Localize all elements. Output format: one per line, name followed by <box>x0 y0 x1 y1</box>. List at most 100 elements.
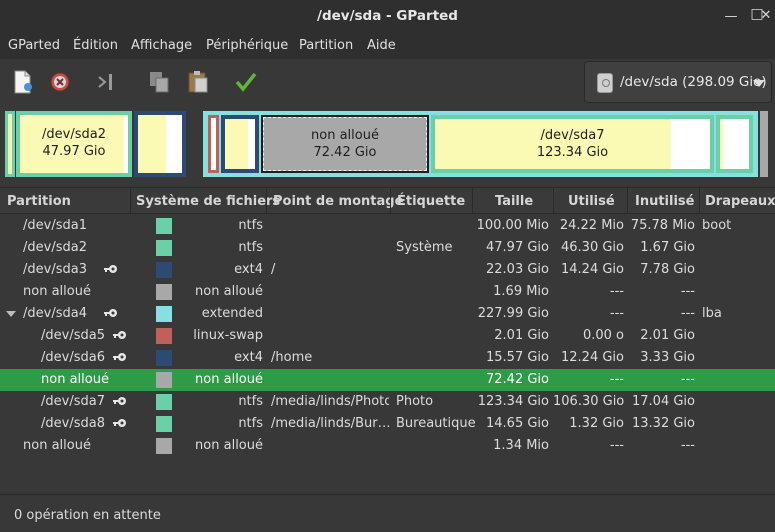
partition-name: /dev/sda8 <box>41 416 105 431</box>
diskmap-sda6[interactable] <box>221 115 259 173</box>
menu-help[interactable]: Aide <box>367 38 396 53</box>
unused: --- <box>680 306 695 321</box>
col-size[interactable]: Taille <box>495 194 533 209</box>
size: 100.00 Mio <box>476 218 549 233</box>
diskmap-sda7-size: 123.34 Gio <box>536 145 609 160</box>
filesystem-color-swatch <box>156 394 172 410</box>
table-row[interactable]: /dev/sda4 extended 227.99 Gio --- --- lba <box>0 303 775 325</box>
partition-name: /dev/sda3 <box>23 262 87 277</box>
device-selector[interactable]: /dev/sda (298.09 Gio) <box>584 61 772 103</box>
menu-device[interactable]: Périphérique <box>206 38 288 53</box>
table-row[interactable]: non alloué non alloué 1.34 Mio --- --- <box>0 435 775 457</box>
partition-name: non alloué <box>23 438 91 453</box>
resize-move-icon[interactable] <box>96 69 122 95</box>
new-icon[interactable] <box>10 69 36 95</box>
key-icon <box>104 263 118 275</box>
diskmap-sda8[interactable] <box>716 115 753 173</box>
size: 1.69 Mio <box>493 284 549 299</box>
table-row[interactable]: /dev/sda1 ntfs 100.00 Mio 24.22 Mio 75.78 Mi… <box>0 215 775 237</box>
size: 1.34 Mio <box>493 438 549 453</box>
delete-icon[interactable] <box>47 69 73 95</box>
diskmap-sda2-name: /dev/sda2 <box>42 127 106 142</box>
size: 14.65 Gio <box>486 416 549 431</box>
table-row[interactable]: /dev/sda6 ext4/home 15.57 Gio 12.24 Gio 3.33… <box>0 347 775 369</box>
pending-operations: 0 opération en attente <box>14 508 161 523</box>
partition-name: non alloué <box>41 372 109 387</box>
partition-name: /dev/sda5 <box>41 328 105 343</box>
diskmap-unalloc-size: 72.42 Gio <box>313 145 377 160</box>
key-icon <box>113 417 127 429</box>
filesystem-color-swatch <box>156 306 172 322</box>
diskmap-sda2[interactable]: /dev/sda2 47.97 Gio <box>16 111 132 177</box>
menu-edit[interactable]: Édition <box>73 38 118 53</box>
col-used[interactable]: Utilisé <box>568 194 615 209</box>
partition-name: non alloué <box>23 284 91 299</box>
col-flags[interactable]: Drapeaux <box>705 194 775 209</box>
partition-name: /dev/sda7 <box>41 394 105 409</box>
unused: --- <box>680 372 695 387</box>
device-selector-label: /dev/sda (298.09 Gio) <box>620 74 767 90</box>
unused: 75.78 Mio <box>630 218 695 233</box>
table-row[interactable]: non alloué non alloué 1.69 Mio --- --- <box>0 281 775 303</box>
window-title: /dev/sda - GParted <box>317 8 458 24</box>
filesystem: ext4 <box>234 262 263 277</box>
filesystem-color-swatch <box>156 372 172 388</box>
apply-icon[interactable] <box>233 69 259 95</box>
filesystem: non alloué <box>195 372 263 387</box>
col-filesystem[interactable]: Système de fichiers <box>136 194 280 209</box>
filesystem: ntfs <box>238 218 263 233</box>
table-row[interactable]: /dev/sda3 ext4 / 22.03 Gio 14.24 Gio 7.78 Gio <box>0 259 775 281</box>
used: 24.22 Mio <box>559 218 624 233</box>
filesystem-color-swatch <box>156 240 172 256</box>
filesystem: ext4 <box>234 350 263 365</box>
diskmap-sda7[interactable]: /dev/sda7 123.34 Gio <box>431 115 714 173</box>
key-icon <box>113 395 127 407</box>
size: 22.03 Gio <box>486 262 549 277</box>
expander-icon[interactable] <box>6 311 16 317</box>
mount-point: /home <box>271 350 313 365</box>
used: 1.32 Gio <box>569 416 624 431</box>
col-unused[interactable]: Inutilisé <box>635 194 694 209</box>
table-row[interactable]: non alloué non alloué 72.42 Gio --- --- <box>0 369 775 391</box>
filesystem-color-swatch <box>156 284 172 300</box>
diskmap-sda5[interactable] <box>208 115 219 173</box>
key-icon <box>104 307 118 319</box>
table-header: Partition Système de fichiers Point de m… <box>0 187 775 214</box>
diskmap-sda3[interactable] <box>134 111 186 177</box>
paste-icon[interactable] <box>185 69 211 95</box>
minimize-icon[interactable]: — <box>723 9 739 25</box>
menu-gparted[interactable]: GParted <box>8 38 60 53</box>
copy-icon[interactable] <box>147 69 173 95</box>
table-row[interactable]: /dev/sda5 linux-swap 2.01 Gio 0.00 o 2.01 Gi… <box>0 325 775 347</box>
table-row[interactable]: /dev/sda2 ntfs Système 47.97 Gio 46.30 Gio 1.… <box>0 237 775 259</box>
unused: 7.78 Gio <box>640 262 695 277</box>
unused: 13.32 Gio <box>632 416 695 431</box>
table-row[interactable]: /dev/sda8 ntfs/media/linds/Bur… Bureautiqu… <box>0 413 775 435</box>
partition-label: Système <box>396 240 453 255</box>
mount-point: / <box>271 262 276 277</box>
menu-view[interactable]: Affichage <box>131 38 192 53</box>
used: --- <box>609 284 624 299</box>
filesystem-color-swatch <box>156 416 172 432</box>
diskmap-sda1[interactable] <box>5 111 15 177</box>
close-icon[interactable]: ✕ <box>758 8 774 24</box>
size: 227.99 Gio <box>477 306 549 321</box>
used: 106.30 Gio <box>553 394 625 409</box>
diskmap-unallocated[interactable]: non alloué 72.42 Gio <box>261 115 429 173</box>
unused: 3.33 Gio <box>640 350 695 365</box>
diskmap-unallocated-end[interactable] <box>760 111 768 177</box>
col-mountpoint[interactable]: Point de montage <box>273 194 403 209</box>
table-row[interactable]: /dev/sda7 ntfs/media/linds/Photo Photo 123.… <box>0 391 775 413</box>
col-label[interactable]: Étiquette <box>397 194 465 209</box>
col-partition[interactable]: Partition <box>7 194 71 209</box>
menu-partition[interactable]: Partition <box>299 38 353 53</box>
unused: 2.01 Gio <box>640 328 695 343</box>
size: 123.34 Gio <box>477 394 549 409</box>
filesystem-color-swatch <box>156 328 172 344</box>
filesystem-color-swatch <box>156 438 172 454</box>
partition-name: /dev/sda4 <box>23 306 87 321</box>
diskmap-sda2-size: 47.97 Gio <box>42 144 106 159</box>
partition-label: Bureautique <box>396 416 476 431</box>
filesystem: extended <box>201 306 263 321</box>
unused: 1.67 Gio <box>640 240 695 255</box>
